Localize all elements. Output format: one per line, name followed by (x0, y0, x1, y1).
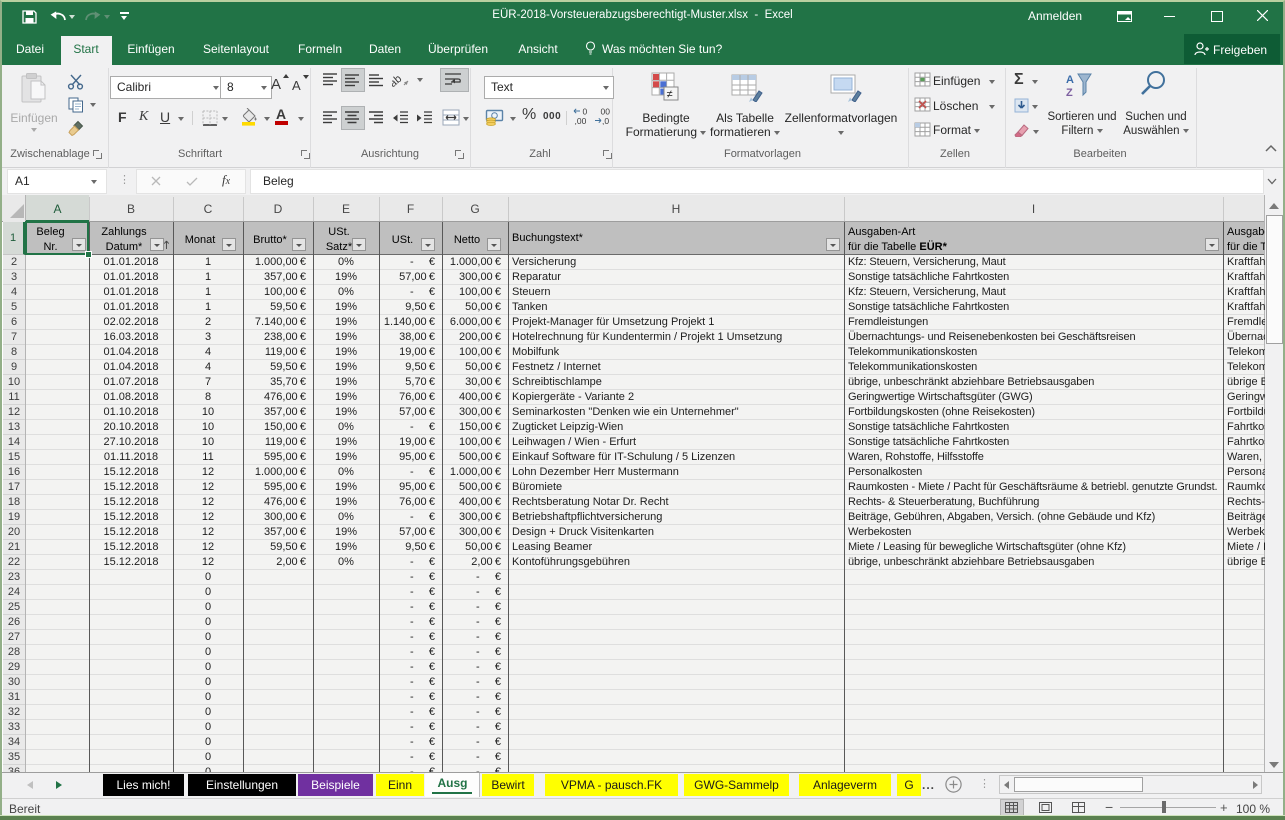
svg-text:≠: ≠ (667, 89, 673, 101)
svg-text:,00: ,00 (575, 116, 587, 125)
svg-text:A: A (1066, 74, 1074, 86)
svg-text:Z: Z (1066, 87, 1073, 98)
svg-text:ab: ab (392, 73, 404, 88)
svg-text:,0: ,0 (602, 116, 609, 125)
